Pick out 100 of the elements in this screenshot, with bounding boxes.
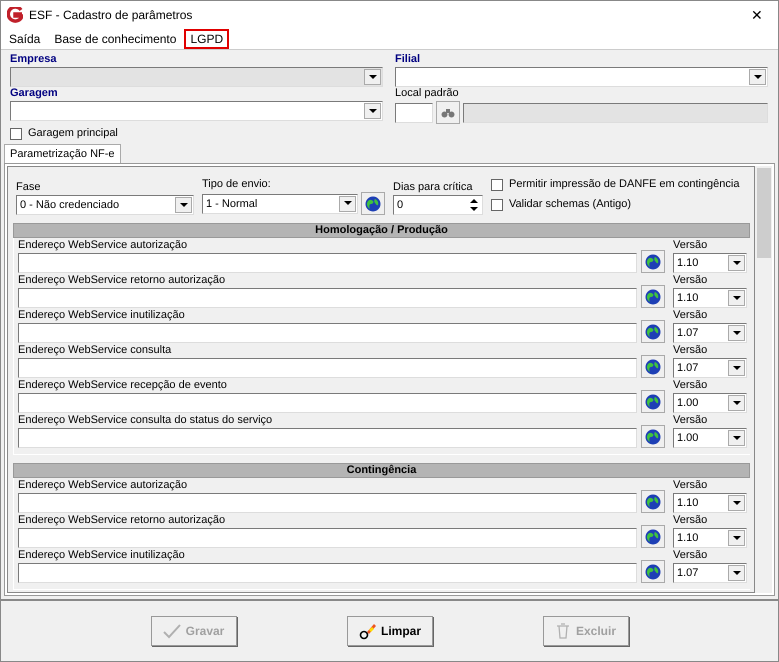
dropdown-button[interactable] bbox=[728, 395, 745, 411]
globe-icon bbox=[645, 428, 661, 444]
tab[interactable]: Parametrização NF-e bbox=[4, 144, 121, 163]
field-label: Versão bbox=[673, 379, 708, 393]
url-field[interactable] bbox=[18, 253, 637, 273]
branch-combo[interactable] bbox=[395, 67, 768, 87]
url-field[interactable] bbox=[18, 563, 637, 583]
field-label: Endereço WebService inutilização bbox=[18, 549, 186, 563]
url-field[interactable] bbox=[18, 393, 637, 413]
web-button[interactable] bbox=[641, 560, 665, 583]
binoculars-icon bbox=[441, 108, 455, 118]
days-spin-field[interactable]: 0 bbox=[393, 195, 483, 215]
field-label: Versão bbox=[673, 514, 708, 528]
url-field[interactable] bbox=[18, 428, 637, 448]
checkbox-label: Garagem principal bbox=[28, 127, 118, 141]
checkmark-icon bbox=[162, 623, 181, 639]
version-combo[interactable]: 1.10 bbox=[673, 288, 747, 308]
url-field[interactable] bbox=[18, 288, 637, 308]
dropdown-button[interactable] bbox=[749, 69, 766, 85]
url-field[interactable] bbox=[18, 493, 637, 513]
web-button[interactable] bbox=[641, 425, 665, 448]
web-button[interactable] bbox=[361, 192, 385, 215]
caret-icon bbox=[732, 400, 740, 406]
section-header: Homologação / Produção bbox=[13, 223, 750, 238]
version-combo[interactable]: 1.10 bbox=[673, 253, 747, 273]
phase-combo[interactable]: 0 - Não credenciado bbox=[16, 195, 194, 215]
search-button[interactable] bbox=[436, 101, 460, 124]
web-button[interactable] bbox=[641, 320, 665, 343]
web-button[interactable] bbox=[641, 490, 665, 513]
field-label: Endereço WebService autorização bbox=[18, 239, 188, 253]
checkbox[interactable] bbox=[10, 128, 22, 140]
web-button[interactable] bbox=[641, 285, 665, 308]
field-label: Dias para crítica bbox=[393, 181, 474, 195]
globe-icon bbox=[645, 288, 661, 304]
close-button[interactable]: ✕ bbox=[742, 6, 772, 24]
caret-icon bbox=[732, 436, 740, 440]
globe-icon bbox=[645, 494, 661, 510]
url-field[interactable] bbox=[18, 528, 637, 548]
caret-icon bbox=[754, 74, 762, 80]
field-label: Endereço WebService inutilização bbox=[18, 309, 186, 323]
field-label: Versão bbox=[673, 479, 708, 493]
version-combo[interactable]: 1.00 bbox=[673, 393, 747, 413]
field-label: Versão bbox=[673, 274, 708, 288]
checkbox[interactable] bbox=[491, 199, 503, 211]
dropdown-button[interactable] bbox=[175, 197, 192, 213]
field-label: Tipo de envio: bbox=[202, 178, 272, 192]
dropdown-button[interactable] bbox=[728, 325, 745, 341]
version-combo[interactable]: 1.07 bbox=[673, 563, 747, 583]
dropdown-button[interactable] bbox=[728, 495, 745, 511]
globe-icon bbox=[365, 196, 381, 212]
dropdown-button[interactable] bbox=[364, 103, 381, 119]
dropdown-button[interactable] bbox=[728, 430, 745, 446]
checkbox-label: Permitir impressão de DANFE em contingência bbox=[509, 178, 740, 192]
action-button[interactable]: Limpar bbox=[346, 616, 432, 646]
menu-item[interactable]: Base de conhecimento bbox=[48, 29, 182, 49]
field-label: Endereço WebService recepção de evento bbox=[18, 379, 228, 393]
url-field[interactable] bbox=[18, 323, 637, 343]
caret-icon bbox=[732, 536, 740, 540]
caret-icon bbox=[732, 500, 740, 506]
web-button[interactable] bbox=[641, 525, 665, 548]
globe-icon bbox=[645, 358, 661, 374]
dropdown-button[interactable] bbox=[728, 360, 745, 376]
dropdown-button[interactable] bbox=[339, 196, 356, 212]
version-combo[interactable]: 1.07 bbox=[673, 323, 747, 343]
menu-item[interactable]: Saída bbox=[3, 29, 46, 49]
caret-icon bbox=[732, 366, 740, 370]
globe-icon bbox=[645, 564, 661, 580]
version-combo[interactable]: 1.07 bbox=[673, 358, 747, 378]
field-label: Endereço WebService retorno autorização bbox=[18, 274, 226, 288]
checkbox-label: Validar schemas (Antigo) bbox=[509, 198, 632, 212]
globe-icon bbox=[645, 254, 661, 270]
caret-icon bbox=[732, 260, 740, 266]
checkbox[interactable] bbox=[491, 179, 503, 191]
field-label: Empresa bbox=[10, 53, 58, 67]
menu-item[interactable]: LGPD bbox=[184, 29, 230, 49]
dropdown-button[interactable] bbox=[728, 255, 745, 271]
dropdown-button[interactable] bbox=[728, 565, 745, 581]
scrollbar[interactable] bbox=[755, 166, 772, 593]
version-combo[interactable]: 1.00 bbox=[673, 428, 747, 448]
eraser-icon bbox=[358, 622, 376, 640]
url-field[interactable] bbox=[18, 358, 637, 378]
trash-icon bbox=[554, 622, 571, 640]
caret-icon bbox=[180, 202, 188, 208]
location-code-field[interactable] bbox=[395, 102, 433, 122]
caret-icon bbox=[344, 201, 352, 206]
web-button[interactable] bbox=[641, 390, 665, 413]
globe-icon bbox=[645, 394, 661, 410]
version-combo[interactable]: 1.10 bbox=[673, 528, 747, 548]
send-type-combo[interactable]: 1 - Normal bbox=[202, 194, 358, 214]
caret-icon bbox=[732, 296, 740, 300]
dropdown-button[interactable] bbox=[728, 290, 745, 306]
dropdown-button[interactable] bbox=[728, 530, 745, 546]
field-label: Filial bbox=[395, 53, 422, 67]
caret-icon bbox=[368, 108, 376, 114]
field-label: Local padrão bbox=[395, 87, 460, 101]
web-button[interactable] bbox=[641, 355, 665, 378]
field-label: Versão bbox=[673, 414, 708, 428]
version-combo[interactable]: 1.10 bbox=[673, 493, 747, 513]
web-button[interactable] bbox=[641, 250, 665, 273]
garage-combo[interactable] bbox=[10, 101, 383, 121]
